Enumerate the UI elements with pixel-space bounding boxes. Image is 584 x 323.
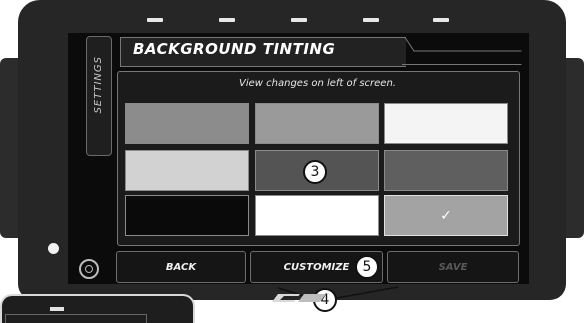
brand-logo xyxy=(272,294,326,302)
status-led xyxy=(147,18,163,22)
checkmark-icon: ✓ xyxy=(440,207,452,224)
status-led xyxy=(363,18,379,22)
back-button[interactable]: BACK xyxy=(116,251,246,283)
settings-tab-label: SETTINGS xyxy=(93,56,104,114)
save-button[interactable]: SAVE xyxy=(387,251,519,283)
tint-swatch[interactable] xyxy=(125,150,249,191)
customize-button-label: CUSTOMIZE xyxy=(283,261,350,273)
tint-swatch-selected[interactable]: ✓ xyxy=(384,195,508,236)
title-bar-tail xyxy=(402,37,522,65)
callout-badge: 5 xyxy=(355,255,379,279)
callout-badge: 3 xyxy=(303,160,327,184)
status-led xyxy=(433,18,449,22)
home-button[interactable] xyxy=(79,259,99,279)
status-led xyxy=(291,18,307,22)
power-icon xyxy=(85,265,93,273)
tint-swatch[interactable] xyxy=(125,195,249,236)
instruction-caption: View changes on left of screen. xyxy=(239,78,396,89)
tint-swatch[interactable] xyxy=(384,103,508,144)
tint-swatch[interactable] xyxy=(384,150,508,191)
secondary-device-screen xyxy=(5,314,147,323)
tint-swatch[interactable] xyxy=(255,103,379,144)
page-title: BACKGROUND TINTING xyxy=(133,40,336,58)
tint-swatch[interactable] xyxy=(125,103,249,144)
tint-swatch[interactable] xyxy=(255,195,379,236)
status-led xyxy=(50,307,64,311)
status-led xyxy=(219,18,235,22)
ambient-light-sensor xyxy=(48,243,59,254)
